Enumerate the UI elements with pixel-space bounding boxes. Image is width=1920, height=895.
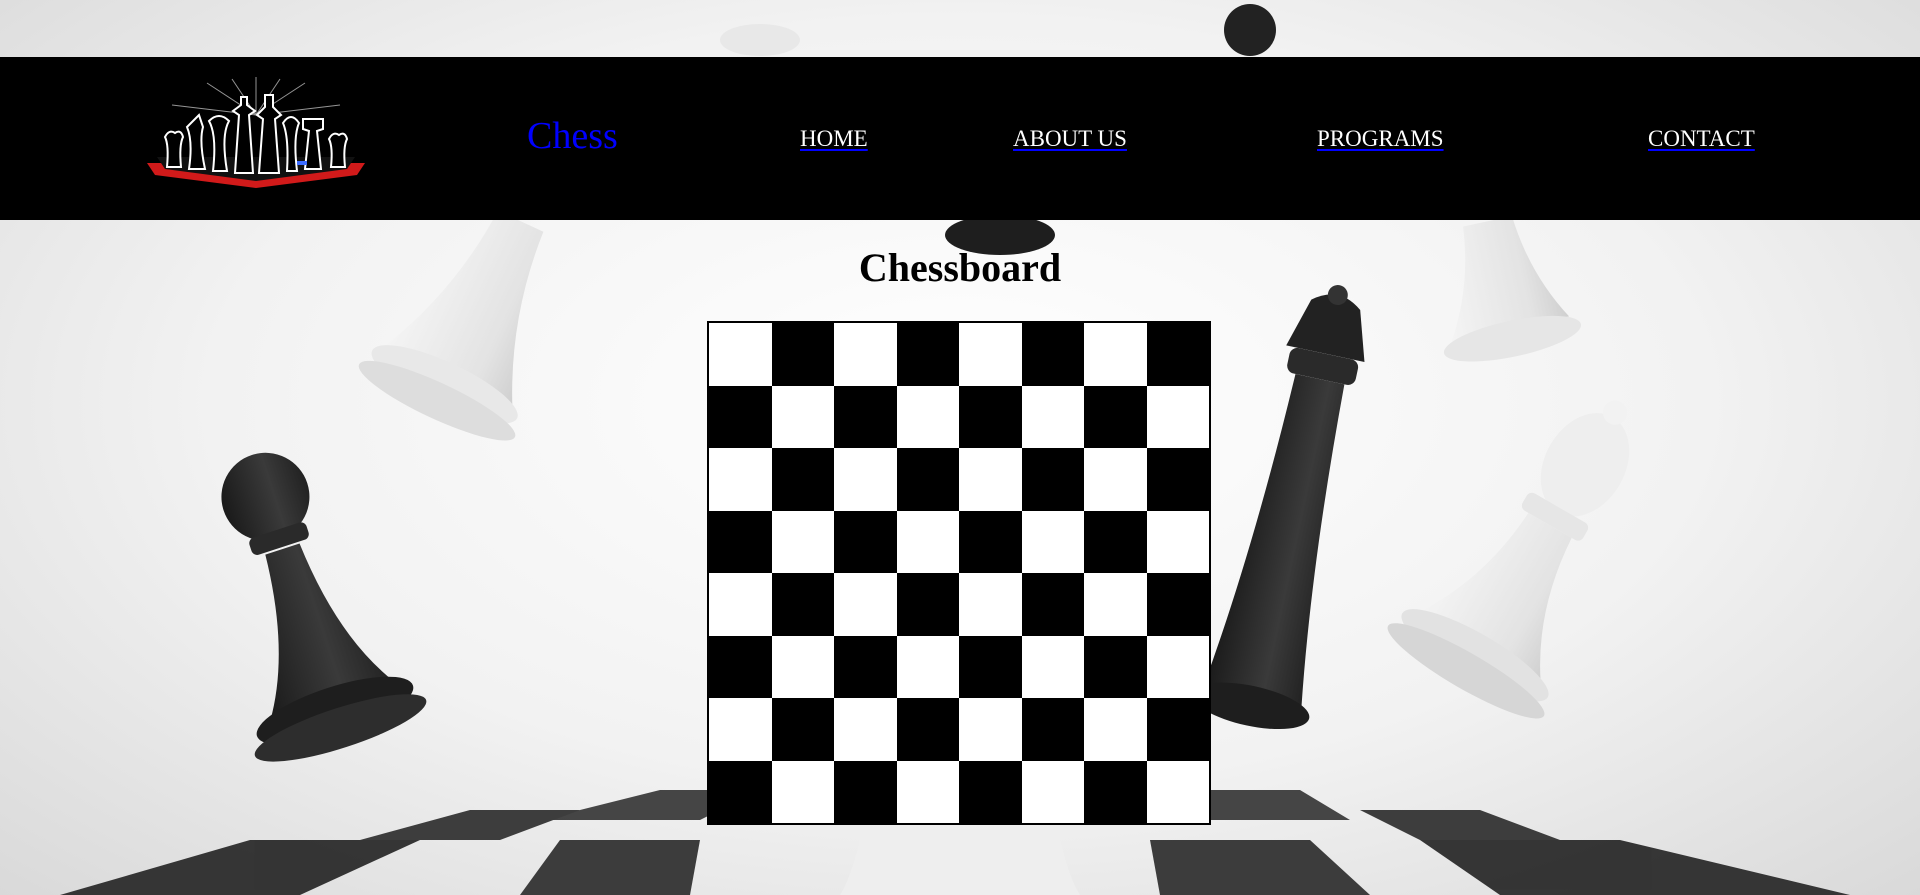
dark-pawn-top [1224, 4, 1276, 56]
board-square [834, 510, 897, 573]
board-square [896, 698, 959, 761]
board-square [1146, 510, 1209, 573]
board-square [1021, 510, 1084, 573]
board-square [1146, 323, 1209, 386]
board-square [1146, 385, 1209, 448]
board-square [896, 760, 959, 823]
board-square [1084, 698, 1147, 761]
board-square [834, 698, 897, 761]
board-square [771, 760, 834, 823]
board-square [834, 760, 897, 823]
board-square [709, 635, 772, 698]
board-square [709, 573, 772, 636]
board-square [1084, 448, 1147, 511]
board-square [1021, 635, 1084, 698]
board-square [1084, 573, 1147, 636]
board-square [1146, 635, 1209, 698]
board-square [896, 573, 959, 636]
board-square [771, 385, 834, 448]
light-piece-base-bottom [840, 840, 1080, 895]
dark-queen-right [1191, 285, 1365, 730]
board-square [834, 573, 897, 636]
board-square [1021, 760, 1084, 823]
board-square [1021, 698, 1084, 761]
board-square [1084, 760, 1147, 823]
board-square [896, 385, 959, 448]
board-square [896, 323, 959, 386]
board-square [834, 323, 897, 386]
board-square [1084, 385, 1147, 448]
nav-link-home[interactable]: HOME [800, 127, 868, 150]
board-square [771, 698, 834, 761]
dark-pawn-left [221, 452, 427, 762]
board-square [709, 323, 772, 386]
board-square [959, 323, 1022, 386]
board-square [771, 448, 834, 511]
light-bishop-right [1387, 400, 1630, 719]
board-square [959, 698, 1022, 761]
board-square [896, 448, 959, 511]
nav-link-about-us[interactable]: ABOUT US [1013, 127, 1127, 150]
board-square [1146, 573, 1209, 636]
board-square [709, 510, 772, 573]
board-square [1146, 448, 1209, 511]
board-square [896, 635, 959, 698]
chess-pieces-logo-icon[interactable] [147, 75, 365, 190]
board-square [834, 635, 897, 698]
board-square [771, 510, 834, 573]
board-square [771, 573, 834, 636]
chessboard [707, 321, 1211, 825]
page-title: Chessboard [0, 246, 1920, 290]
board-square [1084, 510, 1147, 573]
brand-link[interactable]: Chess [527, 117, 618, 155]
board-square [959, 385, 1022, 448]
board-square [959, 760, 1022, 823]
nav-link-programs[interactable]: PROGRAMS [1317, 127, 1444, 150]
board-square [709, 448, 772, 511]
board-square [1146, 760, 1209, 823]
board-square [1021, 385, 1084, 448]
board-square [709, 698, 772, 761]
board-square [1021, 573, 1084, 636]
light-pawn-top-left [358, 210, 544, 441]
page-title-text: Chessboard [858, 245, 1062, 290]
board-square [959, 510, 1022, 573]
board-square [1021, 448, 1084, 511]
board-square [1084, 635, 1147, 698]
light-piece-top [720, 24, 800, 56]
board-square [834, 448, 897, 511]
board-square [771, 635, 834, 698]
board-square [771, 323, 834, 386]
board-square [959, 573, 1022, 636]
board-square [896, 510, 959, 573]
board-square [1146, 698, 1209, 761]
nav-link-contact[interactable]: CONTACT [1648, 127, 1755, 150]
board-square [959, 635, 1022, 698]
board-square [959, 448, 1022, 511]
board-square [709, 385, 772, 448]
board-square [834, 385, 897, 448]
board-square [1021, 323, 1084, 386]
board-square [1084, 323, 1147, 386]
board-square [709, 760, 772, 823]
navbar: Chess HOME ABOUT US PROGRAMS CONTACT [0, 57, 1920, 220]
